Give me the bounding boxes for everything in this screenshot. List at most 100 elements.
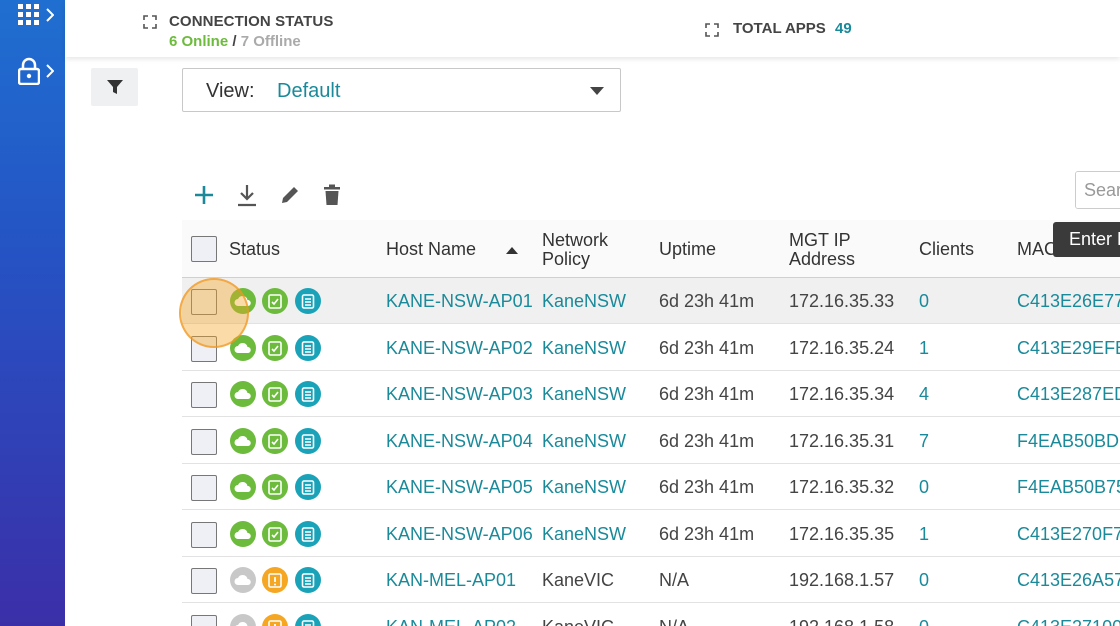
mac-address-link[interactable]: C413E26E77... [1017, 291, 1120, 312]
mac-address-link[interactable]: C413E27100... [1017, 617, 1120, 626]
device-details-indicator[interactable] [295, 567, 321, 593]
uptime-cell: 6d 23h 41m [659, 477, 755, 497]
mac-address-link[interactable]: C413E287ED... [1017, 384, 1120, 405]
network-policy-cell[interactable]: KaneNSW [542, 291, 626, 312]
network-policy-cell: KaneVIC [542, 570, 615, 590]
filter-button[interactable] [91, 68, 138, 106]
row-checkbox[interactable] [191, 335, 217, 362]
connection-status-indicator [230, 520, 256, 547]
clients-count-link[interactable]: 0 [919, 570, 929, 591]
uptime-cell: 6d 23h 41m [659, 384, 755, 404]
table-row[interactable]: KANE-NSW-AP01 KaneNSW 6d 23h 41m 172.16.35.… [182, 278, 1120, 324]
cloud-icon [234, 574, 251, 585]
select-all-checkbox[interactable] [191, 236, 217, 262]
host-name-link[interactable]: KANE-NSW-AP01 [386, 291, 533, 312]
clients-count-link[interactable]: 7 [919, 431, 929, 452]
pencil-icon [282, 187, 298, 203]
row-checkbox[interactable] [191, 289, 217, 315]
mac-address-link[interactable]: C413E29EFEC... [1017, 338, 1120, 359]
clients-count-link[interactable]: 0 [919, 291, 929, 312]
table-row[interactable]: KANE-NSW-AP03 KaneNSW 6d 23h 41m 172.16.35.… [182, 371, 1120, 417]
host-name-link[interactable]: KANE-NSW-AP03 [386, 384, 533, 405]
row-checkbox[interactable] [191, 428, 217, 455]
device-details-indicator[interactable] [295, 520, 321, 547]
config-status-indicator [262, 567, 288, 593]
search-box[interactable] [1075, 171, 1120, 209]
network-policy-cell[interactable]: KaneNSW [542, 524, 626, 545]
network-policy-cell[interactable]: KaneNSW [542, 431, 626, 452]
clients-count-link[interactable]: 4 [919, 384, 929, 405]
row-checkbox[interactable] [191, 568, 217, 594]
connection-status-indicator [230, 474, 256, 500]
column-status[interactable]: Status [229, 240, 280, 259]
edit-button[interactable] [276, 180, 304, 210]
table-row[interactable]: KAN-MEL-AP02 KaneVIC N/A 192.168.1.58 0 C413E… [182, 604, 1120, 626]
sort-ascending-icon[interactable] [506, 247, 518, 254]
clients-count-link[interactable]: 0 [919, 617, 929, 626]
count-separator: / [232, 33, 237, 50]
row-checkbox[interactable] [191, 521, 217, 548]
row-checkbox[interactable] [191, 382, 217, 408]
device-details-indicator[interactable] [295, 288, 321, 314]
device-details-indicator[interactable] [295, 381, 321, 407]
mac-address-link[interactable]: C413E270F70... [1017, 524, 1120, 545]
config-status-indicator [262, 288, 288, 314]
delete-button[interactable] [318, 180, 346, 210]
column-network-policy[interactable]: Network Policy [542, 231, 608, 269]
host-name-link[interactable]: KANE-NSW-AP02 [386, 338, 533, 359]
table-row[interactable]: KANE-NSW-AP02 KaneNSW 6d 23h 41m 172.16.35.… [182, 325, 1120, 371]
mac-address-link[interactable]: C413E26A57... [1017, 570, 1120, 591]
host-name-link[interactable]: KANE-NSW-AP04 [386, 431, 533, 452]
search-input[interactable] [1076, 172, 1120, 208]
cloud-icon [234, 435, 251, 446]
table-row[interactable]: KAN-MEL-AP01 KaneVIC N/A 192.168.1.57 0 C413E… [182, 557, 1120, 603]
device-details-indicator[interactable] [295, 613, 321, 626]
device-details-indicator[interactable] [295, 427, 321, 454]
uptime-cell: 6d 23h 41m [659, 337, 755, 358]
host-name-link[interactable]: KANE-NSW-AP05 [386, 477, 533, 498]
host-name-link[interactable]: KANE-NSW-AP06 [386, 524, 533, 545]
connection-status-indicator [230, 427, 256, 454]
filter-icon [106, 80, 123, 94]
add-button[interactable] [190, 180, 218, 210]
column-mac[interactable]: MAC [1017, 240, 1057, 259]
mgt-ip-cell: 172.16.35.32 [789, 477, 895, 497]
clipboard-icon [301, 526, 315, 542]
mgt-ip-cell: 172.16.35.24 [789, 337, 895, 358]
sidebar-item-apps[interactable] [18, 0, 60, 30]
config-status-indicator [262, 334, 288, 361]
total-apps-value: 49 [835, 20, 852, 37]
config-check-icon [268, 387, 282, 402]
table-row[interactable]: KANE-NSW-AP04 KaneNSW 6d 23h 41m 172.16.35.… [182, 418, 1120, 464]
column-host-name[interactable]: Host Name [386, 240, 476, 259]
mac-address-link[interactable]: F4EAB50BD... [1017, 431, 1120, 452]
network-policy-cell[interactable]: KaneNSW [542, 338, 626, 359]
clients-count-link[interactable]: 0 [919, 477, 929, 498]
row-checkbox[interactable] [191, 475, 217, 501]
caret-down-icon [590, 87, 604, 95]
online-count: 6 Online [169, 33, 229, 50]
device-details-indicator[interactable] [295, 334, 321, 361]
table-row[interactable]: KANE-NSW-AP05 KaneNSW 6d 23h 41m 172.16.35.… [182, 464, 1120, 510]
lock-icon [18, 57, 40, 85]
table-row[interactable]: KANE-NSW-AP06 KaneNSW 6d 23h 41m 172.16.35.… [182, 511, 1120, 557]
network-policy-cell[interactable]: KaneNSW [542, 384, 626, 405]
column-mgt-ip[interactable]: MGT IP Address [789, 231, 855, 269]
clipboard-icon [301, 294, 315, 309]
sidebar-item-security[interactable] [18, 56, 60, 86]
network-policy-cell[interactable]: KaneNSW [542, 477, 626, 498]
device-details-indicator[interactable] [295, 474, 321, 500]
clients-count-link[interactable]: 1 [919, 524, 929, 545]
column-clients[interactable]: Clients [919, 240, 974, 259]
mac-address-link[interactable]: F4EAB50B75... [1017, 477, 1120, 498]
clipboard-icon [301, 340, 315, 356]
row-checkbox[interactable] [191, 614, 217, 626]
column-uptime[interactable]: Uptime [659, 240, 716, 259]
host-name-link[interactable]: KAN-MEL-AP02 [386, 617, 516, 626]
download-button[interactable] [233, 180, 261, 210]
view-dropdown[interactable]: View: Default [182, 68, 621, 112]
config-check-icon [268, 340, 282, 356]
clients-count-link[interactable]: 1 [919, 338, 929, 359]
clipboard-icon [301, 433, 315, 449]
host-name-link[interactable]: KAN-MEL-AP01 [386, 570, 516, 591]
